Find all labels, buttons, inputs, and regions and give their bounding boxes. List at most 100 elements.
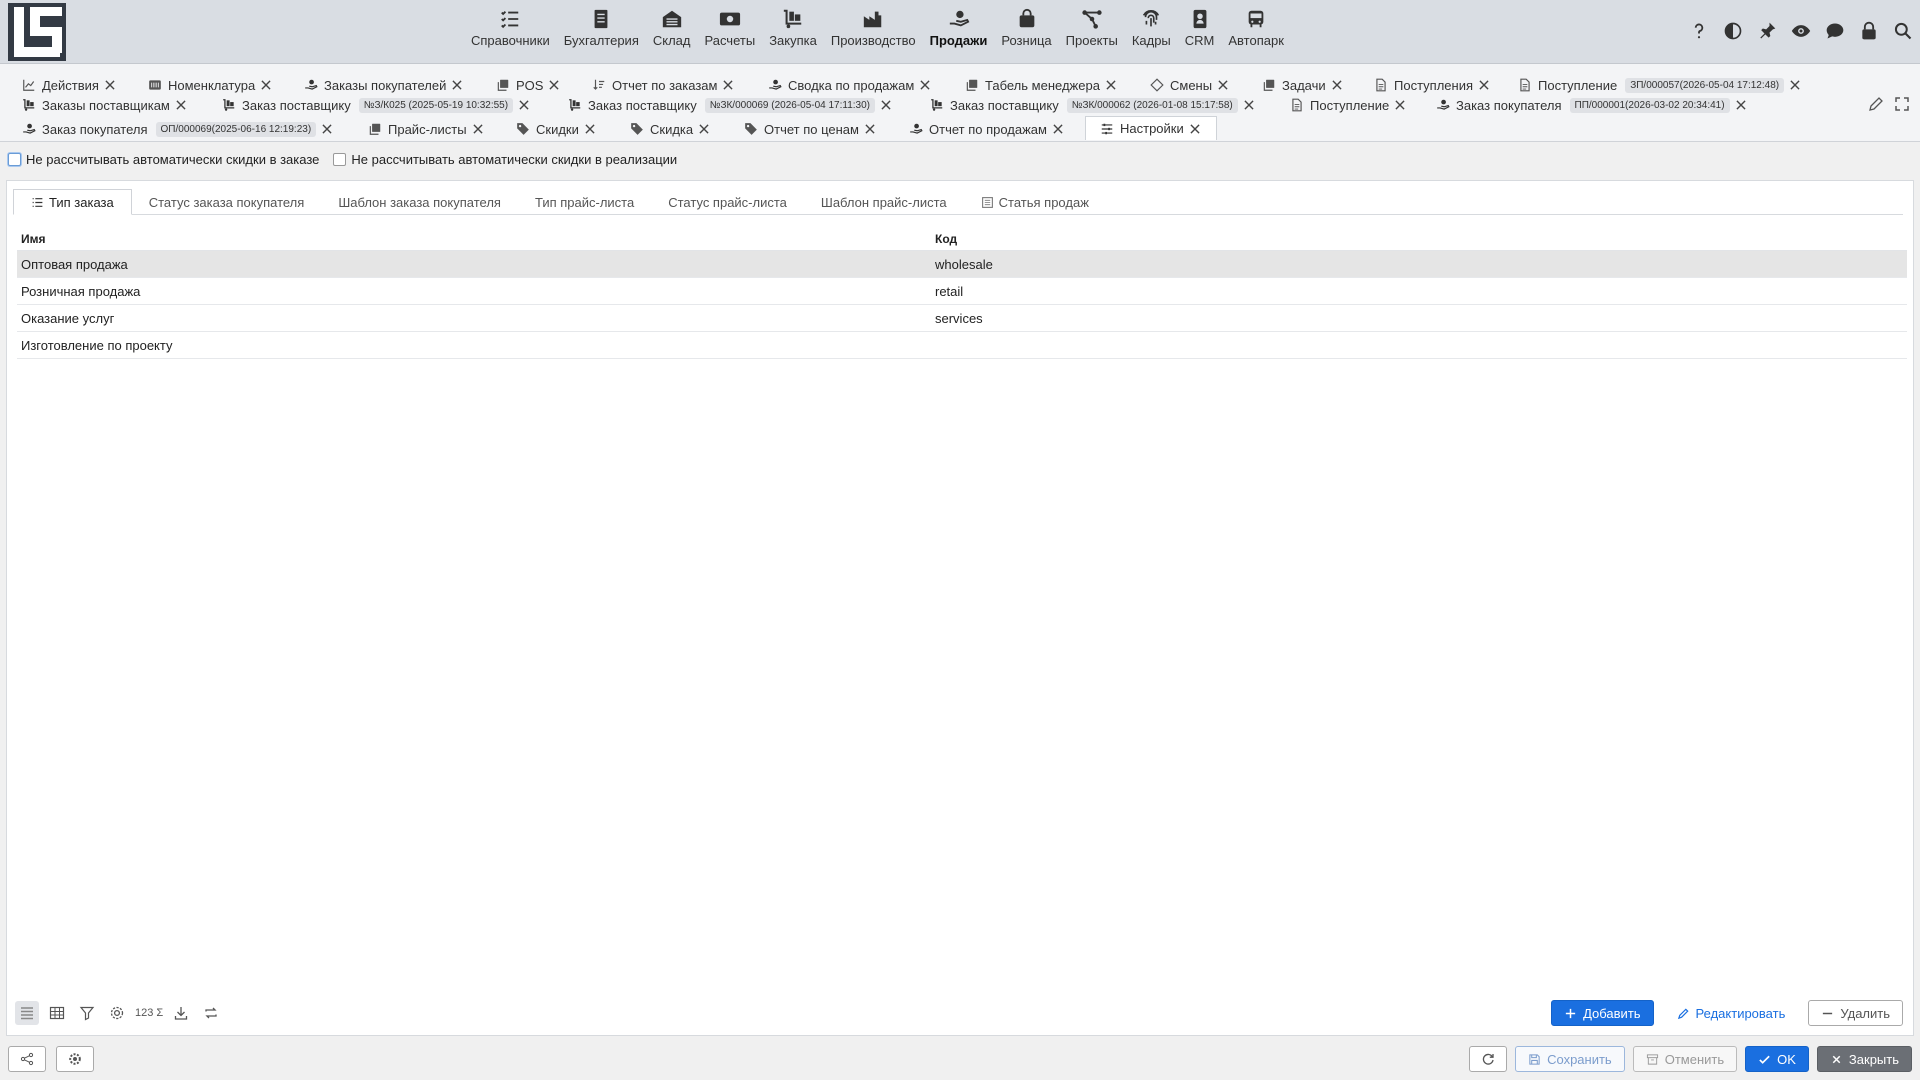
doc-tab-close-button[interactable]	[1477, 78, 1491, 92]
subtab-3[interactable]: Тип прайс-листа	[518, 189, 651, 215]
doc-tab-row2-5[interactable]: Заказ покупателя ПП/000001(2026-03-02 20:…	[1436, 94, 1748, 116]
doc-tab-close-button[interactable]	[863, 122, 877, 136]
doc-tab-row1-9[interactable]: Поступления	[1374, 74, 1491, 96]
doc-tab-close-button[interactable]	[879, 98, 893, 112]
doc-tab-row3-4[interactable]: Отчет по ценам	[744, 118, 877, 140]
subtab-5[interactable]: Шаблон прайс-листа	[804, 189, 964, 215]
fullscreen-button[interactable]	[1894, 96, 1910, 115]
nav-module-6[interactable]: Продажи	[923, 8, 995, 56]
doc-tab-row3-1[interactable]: Прайс-листы	[368, 118, 485, 140]
doc-tab-row2-4[interactable]: Поступление	[1290, 94, 1407, 116]
reload-button[interactable]	[1469, 1046, 1508, 1072]
nav-module-3[interactable]: Расчеты	[697, 8, 762, 56]
doc-tab-close-button[interactable]	[1788, 78, 1802, 92]
contrast-button[interactable]	[1722, 20, 1744, 42]
table-row[interactable]: Изготовление по проекту	[17, 332, 1907, 359]
nav-module-5[interactable]: Производство	[824, 8, 923, 56]
doc-tab-row2-2[interactable]: Заказ поставщику №ЗК/000069 (2026-05-04 1…	[568, 94, 893, 116]
doc-tab-close-button[interactable]	[1330, 78, 1344, 92]
save-button[interactable]: Сохранить	[1515, 1046, 1625, 1072]
doc-tab-close-button[interactable]	[1188, 122, 1202, 136]
doc-tab-row1-8[interactable]: Задачи	[1262, 74, 1344, 96]
chat-button[interactable]	[1824, 20, 1846, 42]
table-row[interactable]: Розничная продажа retail	[17, 278, 1907, 305]
doc-tab-close-button[interactable]	[471, 122, 485, 136]
doc-tab-close-button[interactable]	[1242, 98, 1256, 112]
edit-tabs-button[interactable]	[1868, 96, 1884, 115]
doc-tab-row1-1[interactable]: Номенклатура	[148, 74, 273, 96]
doc-tab-row1-2[interactable]: Заказы покупателей	[304, 74, 464, 96]
doc-tab-row3-5[interactable]: Отчет по продажам	[909, 118, 1065, 140]
doc-tab-row1-7[interactable]: Смены	[1150, 74, 1230, 96]
logo-icon[interactable]	[8, 3, 66, 61]
subtab-2[interactable]: Шаблон заказа покупателя	[321, 189, 518, 215]
doc-tab-row1-10[interactable]: Поступление ЗП/000057(2026-05-04 17:12:48…	[1518, 74, 1802, 96]
subtab-6[interactable]: Статья продаж	[964, 189, 1106, 215]
help-button[interactable]	[1688, 20, 1710, 42]
nav-module-9[interactable]: Кадры	[1125, 8, 1178, 56]
export-button[interactable]	[169, 1001, 193, 1025]
nav-module-2[interactable]: Склад	[646, 8, 698, 56]
doc-tab-close-button[interactable]	[1051, 122, 1065, 136]
doc-tab-row1-4[interactable]: Отчет по заказам	[592, 74, 735, 96]
form-settings-button[interactable]	[56, 1046, 94, 1072]
sum-button[interactable]: 123 Σ	[135, 1001, 163, 1025]
nav-module-7[interactable]: Розница	[994, 8, 1058, 56]
lock-button[interactable]	[1858, 20, 1880, 42]
edit-button[interactable]: Редактировать	[1664, 1000, 1799, 1026]
subtab-4[interactable]: Статус прайс-листа	[651, 189, 804, 215]
doc-tab-close-button[interactable]	[697, 122, 711, 136]
filter-button[interactable]	[75, 1001, 99, 1025]
close-button[interactable]: Закрыть	[1816, 1046, 1912, 1072]
nav-module-8[interactable]: Проекты	[1059, 8, 1125, 56]
ok-button[interactable]: OK	[1745, 1046, 1809, 1072]
search-button[interactable]	[1892, 20, 1914, 42]
doc-tab-close-button[interactable]	[547, 78, 561, 92]
subtab-0[interactable]: Тип заказа	[13, 189, 132, 215]
cancel-button[interactable]: Отменить	[1632, 1046, 1738, 1072]
nav-module-1[interactable]: Бухгалтерия	[557, 8, 646, 56]
doc-tab-close-button[interactable]	[1216, 78, 1230, 92]
doc-tab-close-button[interactable]	[450, 78, 464, 92]
nav-module-10[interactable]: CRM	[1178, 8, 1222, 56]
delete-button[interactable]: Удалить	[1808, 1000, 1903, 1026]
share-button[interactable]	[8, 1046, 46, 1072]
settings-button[interactable]	[105, 1001, 129, 1025]
doc-tab-row2-1[interactable]: Заказ поставщику №З/К025 (2025-05-19 10:3…	[222, 94, 531, 116]
eye-button[interactable]	[1790, 20, 1812, 42]
doc-tab-row3-2[interactable]: Скидки	[516, 118, 597, 140]
doc-tab-close-button[interactable]	[103, 78, 117, 92]
doc-tab-row1-5[interactable]: Сводка по продажам	[768, 74, 932, 96]
table-row[interactable]: Оказание услуг services	[17, 305, 1907, 332]
doc-tab-close-button[interactable]	[517, 98, 531, 112]
no-auto-discount-order-checkbox[interactable]	[8, 153, 21, 166]
add-button[interactable]: Добавить	[1551, 1000, 1654, 1026]
doc-tab-row3-3[interactable]: Скидка	[630, 118, 711, 140]
doc-tab-row1-6[interactable]: Табель менеджера	[965, 74, 1118, 96]
doc-tab-row3-6[interactable]: Настройки	[1085, 116, 1217, 140]
table-row[interactable]: Оптовая продажа wholesale	[17, 251, 1907, 278]
doc-tab-close-button[interactable]	[174, 98, 188, 112]
nav-module-4[interactable]: Закупка	[762, 8, 824, 56]
pin-button[interactable]	[1756, 20, 1778, 42]
doc-tab-row2-3[interactable]: Заказ поставщику №ЗК/000062 (2026-01-08 1…	[930, 94, 1256, 116]
table-view-button[interactable]	[45, 1001, 69, 1025]
doc-tab-row1-0[interactable]: Действия	[22, 74, 117, 96]
doc-tab-close-button[interactable]	[583, 122, 597, 136]
refresh-grid-button[interactable]	[199, 1001, 223, 1025]
doc-tab-close-button[interactable]	[918, 78, 932, 92]
nav-module-11[interactable]: Автопарк	[1221, 8, 1291, 56]
doc-tab-row1-3[interactable]: POS	[496, 74, 561, 96]
column-header-name[interactable]: Имя	[17, 232, 935, 246]
column-header-code[interactable]: Код	[935, 232, 1907, 246]
no-auto-discount-order-label[interactable]: Не рассчитывать автоматически скидки в з…	[26, 152, 319, 167]
doc-tab-close-button[interactable]	[259, 78, 273, 92]
doc-tab-close-button[interactable]	[721, 78, 735, 92]
no-auto-discount-sale-label[interactable]: Не рассчитывать автоматически скидки в р…	[351, 152, 677, 167]
doc-tab-row2-0[interactable]: Заказы поставщикам	[22, 94, 188, 116]
doc-tab-row3-0[interactable]: Заказ покупателя ОП/000069(2025-06-16 12:…	[22, 118, 334, 140]
doc-tab-close-button[interactable]	[1734, 98, 1748, 112]
doc-tab-close-button[interactable]	[320, 122, 334, 136]
doc-tab-close-button[interactable]	[1393, 98, 1407, 112]
nav-module-0[interactable]: Справочники	[464, 8, 557, 56]
